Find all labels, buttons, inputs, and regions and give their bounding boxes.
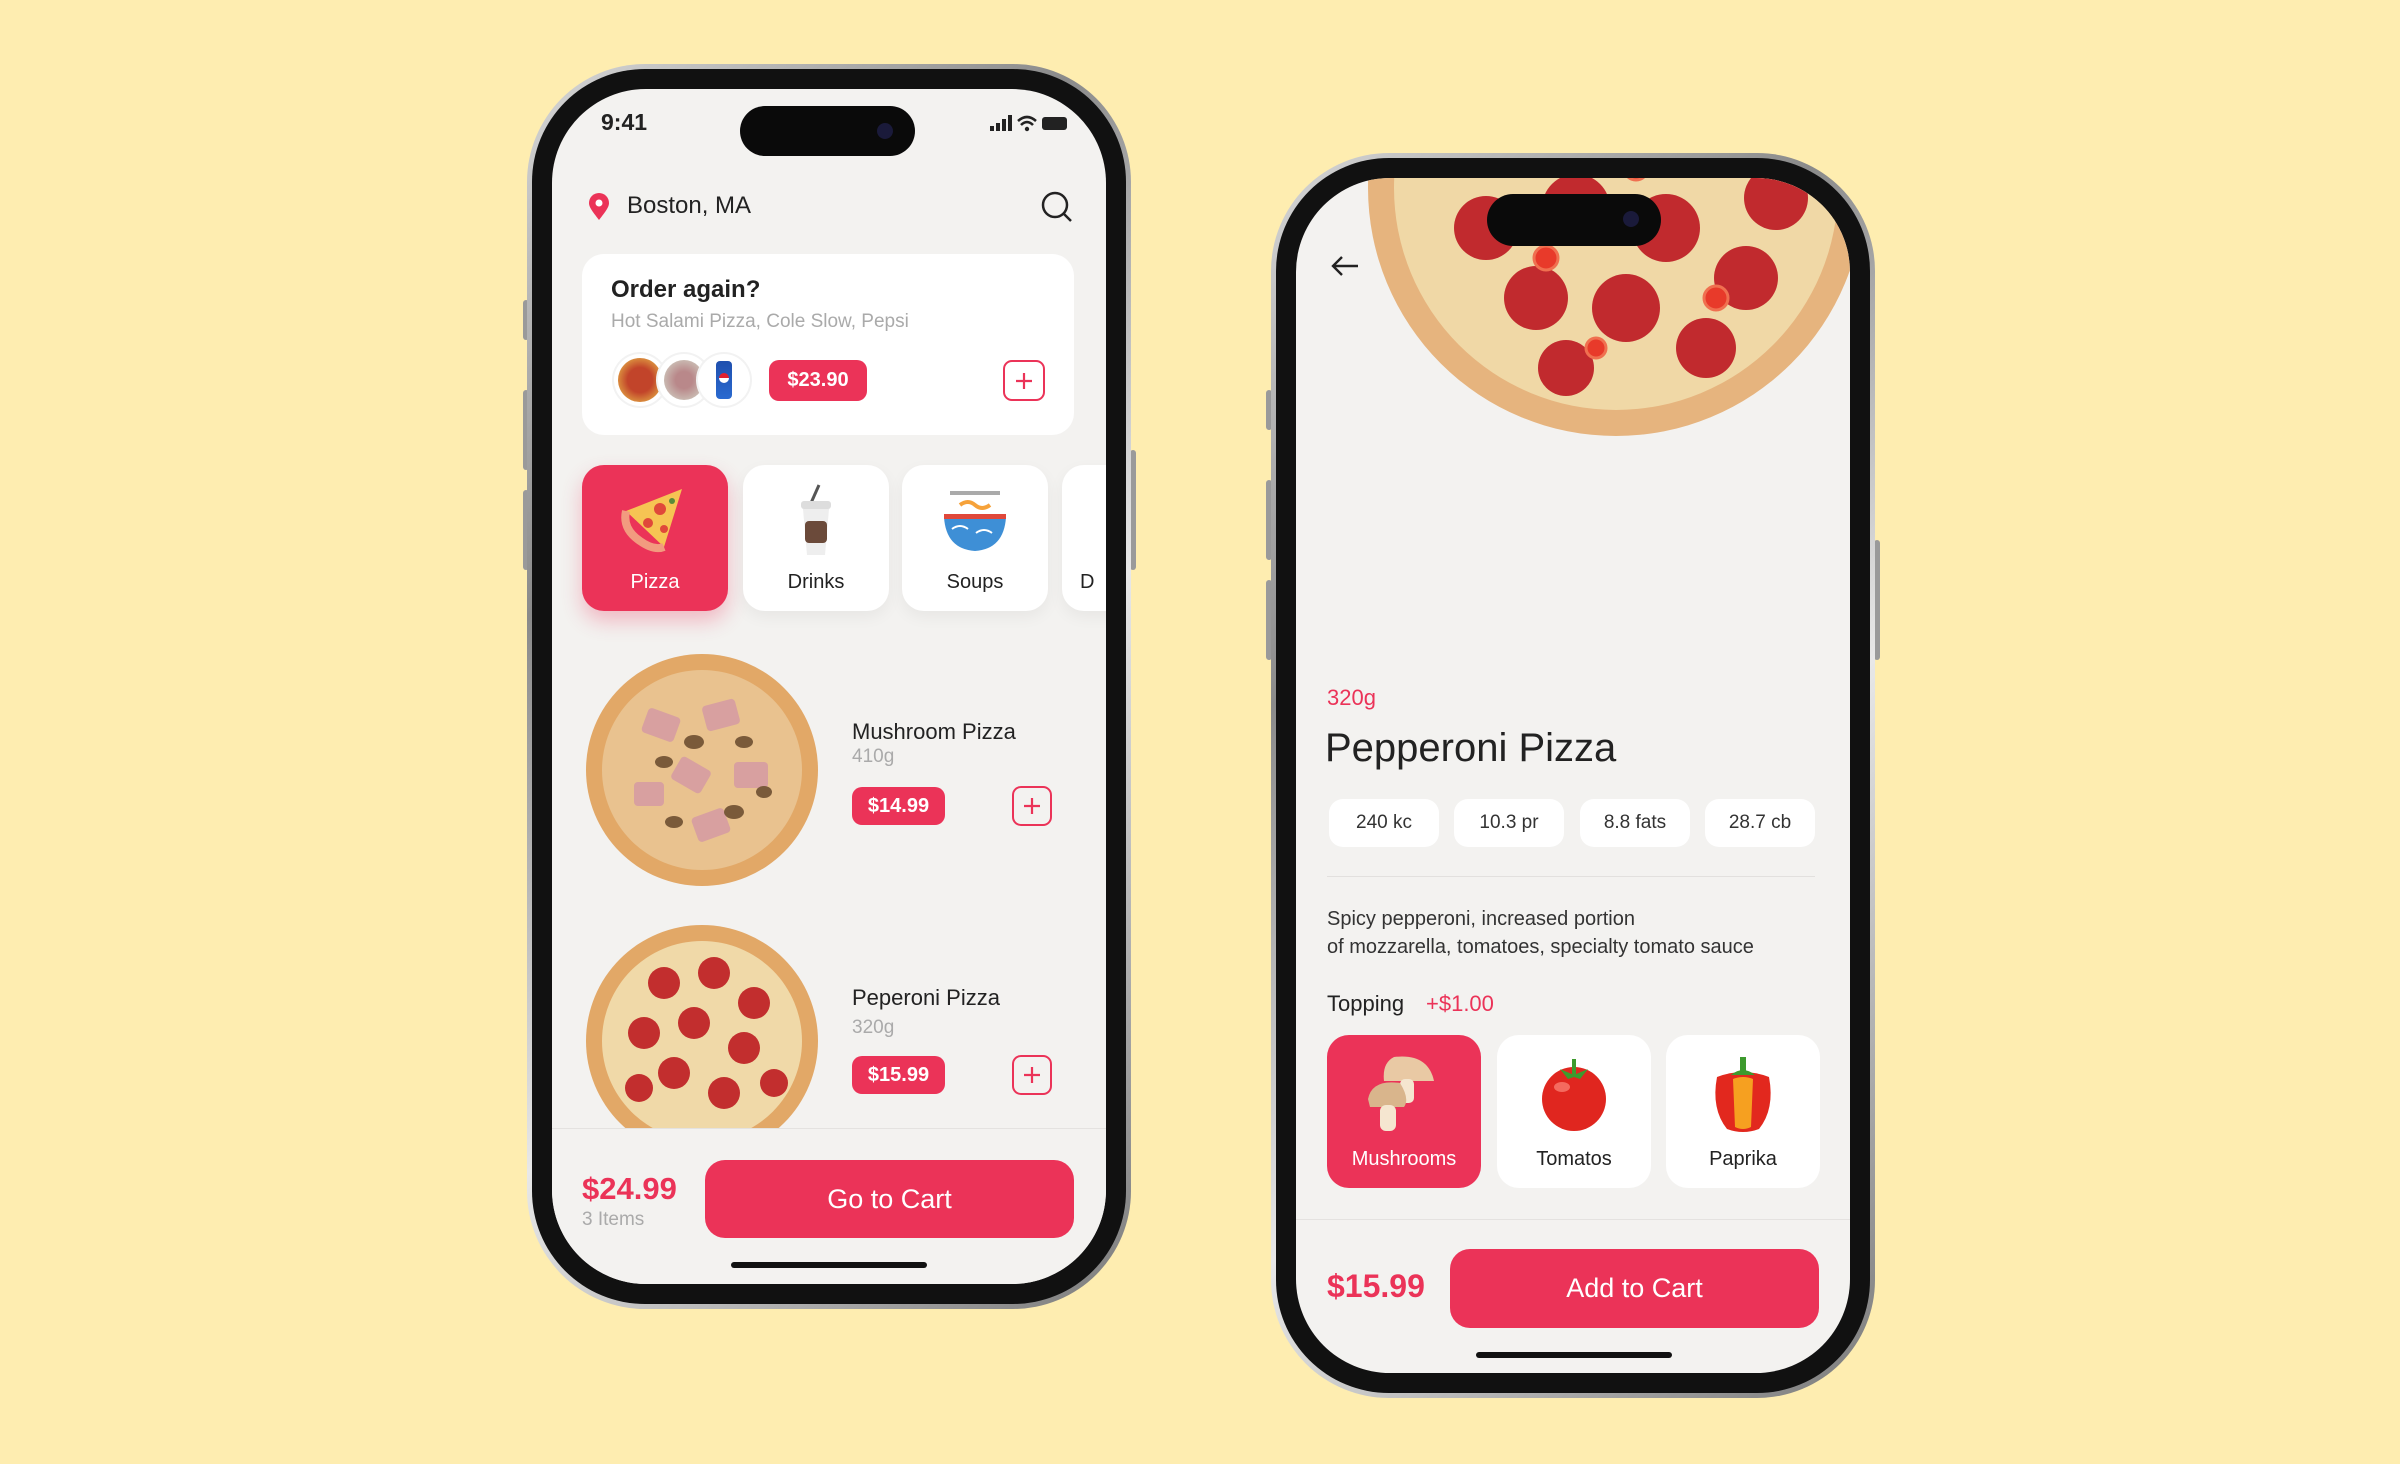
left-phone: 9:41 Boston, MA Order again? Hot Salami … bbox=[527, 64, 1131, 1309]
reorder-add-button[interactable] bbox=[1003, 360, 1045, 401]
product-name[interactable]: Mushroom Pizza bbox=[852, 719, 1016, 745]
status-time: 9:41 bbox=[601, 109, 648, 135]
home-screen: 9:41 Boston, MA Order again? Hot Salami … bbox=[552, 89, 1106, 1284]
topping-paprika[interactable]: Paprika bbox=[1666, 1035, 1820, 1188]
nutrition-protein: 10.3 pr bbox=[1454, 799, 1564, 847]
category-label: Soups bbox=[946, 571, 1004, 593]
product-name[interactable]: Peperoni Pizza bbox=[852, 985, 1000, 1011]
product-price: $14.99 bbox=[852, 787, 945, 825]
category-pizza[interactable]: Pizza bbox=[582, 465, 728, 611]
peperoni-pizza-image bbox=[586, 925, 818, 1157]
product-price: $15.99 bbox=[852, 1056, 945, 1094]
location-label[interactable]: Boston, MA bbox=[627, 192, 751, 220]
order-again-card[interactable]: Order again? Hot Salami Pizza, Cole Slow… bbox=[582, 254, 1074, 435]
plus-icon bbox=[1024, 1067, 1040, 1083]
category-label: D bbox=[1080, 571, 1095, 593]
topping-label: Topping bbox=[1327, 991, 1405, 1016]
product-price: $15.99 bbox=[1327, 1268, 1425, 1304]
status-icons bbox=[990, 115, 1067, 132]
topping-label: Tomatos bbox=[1536, 1148, 1612, 1170]
category-drinks[interactable]: Drinks bbox=[743, 465, 889, 611]
divider bbox=[1327, 876, 1815, 877]
topping-tomatos[interactable]: Tomatos bbox=[1497, 1035, 1651, 1188]
product-weight: 320g bbox=[1327, 685, 1376, 710]
nutrition-carbs: 28.7 cb bbox=[1705, 799, 1815, 847]
tomato-icon bbox=[1542, 1059, 1606, 1131]
nutrition-fats: 8.8 fats bbox=[1580, 799, 1690, 847]
mushroom-pizza-image bbox=[586, 654, 818, 886]
right-phone: 320g Pepperoni Pizza 240 kc 10.3 pr 8.8 … bbox=[1271, 153, 1875, 1398]
go-to-cart-button[interactable]: Go to Cart bbox=[705, 1160, 1074, 1238]
topping-mushrooms[interactable]: Mushrooms bbox=[1327, 1035, 1481, 1188]
dynamic-island bbox=[740, 106, 915, 156]
description-line-1: Spicy pepperoni, increased portion bbox=[1327, 908, 1635, 930]
product-title: Pepperoni Pizza bbox=[1325, 726, 1617, 770]
add-to-cart-button[interactable]: Add to Cart bbox=[1450, 1249, 1819, 1328]
product-detail-screen: 320g Pepperoni Pizza 240 kc 10.3 pr 8.8 … bbox=[1296, 178, 1850, 1373]
order-again-title: Order again? bbox=[611, 276, 761, 303]
wifi-icon bbox=[1017, 115, 1037, 132]
reorder-price: $23.90 bbox=[769, 360, 867, 401]
home-indicator bbox=[1476, 1352, 1672, 1358]
battery-icon bbox=[1042, 117, 1067, 130]
category-label: Drinks bbox=[787, 571, 845, 593]
drink-cup-icon bbox=[801, 484, 831, 555]
topping-price: +$1.00 bbox=[1426, 991, 1494, 1016]
pizza-slice-icon bbox=[621, 489, 682, 553]
cart-total: $24.99 bbox=[582, 1171, 677, 1206]
dynamic-island bbox=[1487, 194, 1661, 246]
location-pin-icon bbox=[589, 193, 609, 220]
home-indicator bbox=[731, 1262, 927, 1268]
description-line-2: of mozzarella, tomatoes, specialty tomat… bbox=[1327, 936, 1754, 958]
back-arrow-icon[interactable] bbox=[1330, 254, 1360, 278]
add-to-cart-footer: $15.99 Add to Cart bbox=[1296, 1219, 1850, 1373]
topping-label: Mushrooms bbox=[1351, 1148, 1457, 1170]
signal-icon bbox=[990, 115, 1012, 131]
cart-item-count: 3 Items bbox=[582, 1209, 645, 1230]
mushroom-icon bbox=[1368, 1056, 1434, 1131]
add-product-button[interactable] bbox=[1012, 786, 1052, 826]
product-weight: 410g bbox=[852, 746, 895, 767]
category-label: Pizza bbox=[630, 571, 680, 593]
add-product-button[interactable] bbox=[1012, 1055, 1052, 1095]
pepsi-thumbnail bbox=[698, 354, 750, 406]
product-weight: 320g bbox=[852, 1017, 895, 1038]
category-desserts[interactable]: D bbox=[1062, 465, 1106, 611]
search-icon[interactable] bbox=[1040, 190, 1074, 224]
plus-icon bbox=[1024, 798, 1040, 814]
plus-icon bbox=[1016, 372, 1032, 389]
nutrition-calories: 240 kc bbox=[1329, 799, 1439, 847]
noodle-bowl-icon bbox=[944, 491, 1006, 551]
order-again-items: Hot Salami Pizza, Cole Slow, Pepsi bbox=[611, 311, 909, 332]
category-soups[interactable]: Soups bbox=[902, 465, 1048, 611]
cart-footer: $24.99 3 Items Go to Cart bbox=[552, 1128, 1106, 1284]
topping-label: Paprika bbox=[1709, 1148, 1777, 1170]
paprika-icon bbox=[1715, 1057, 1771, 1132]
